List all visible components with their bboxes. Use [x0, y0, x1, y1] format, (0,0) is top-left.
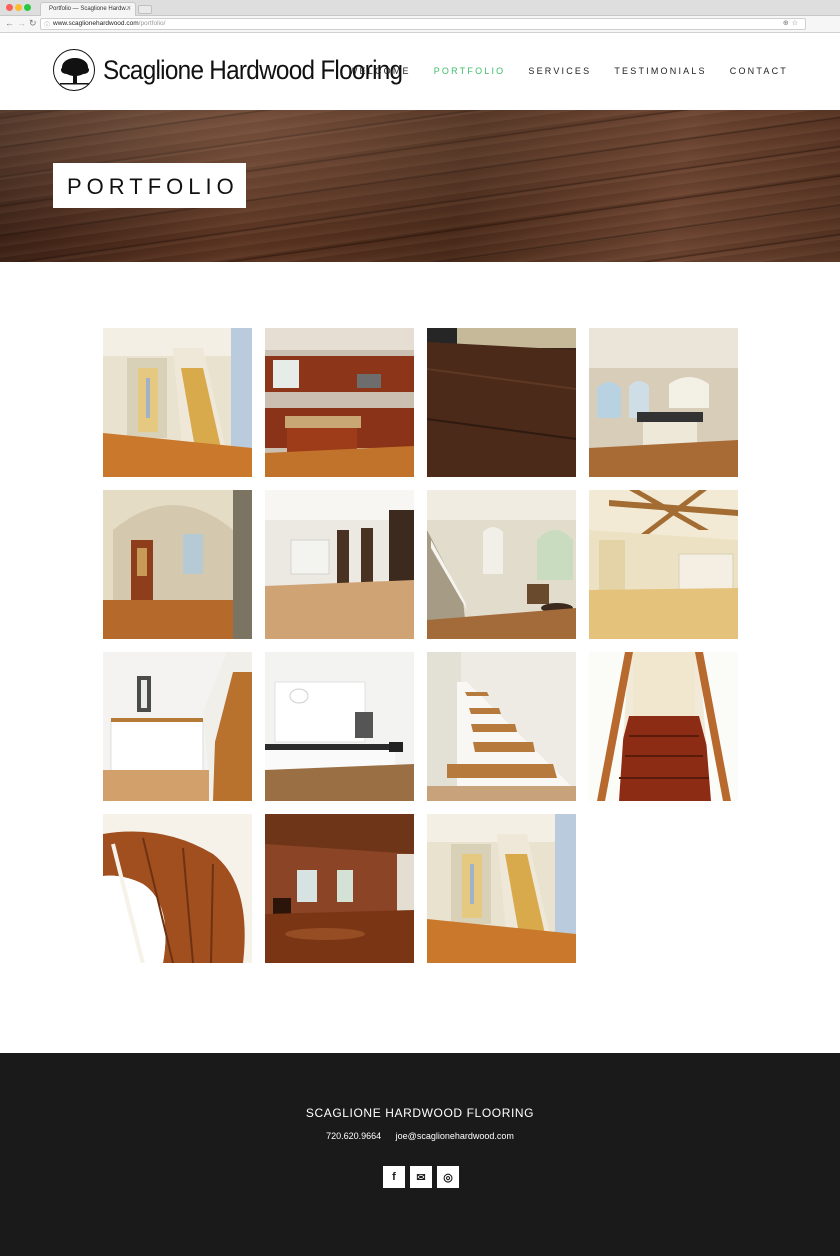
social-links: f ✉ ◎ — [383, 1166, 459, 1188]
gallery-photo[interactable] — [103, 652, 252, 801]
gallery-photo[interactable] — [427, 652, 576, 801]
site-footer: SCAGLIONE HARDWOOD FLOORING 720.620.9664… — [0, 1053, 840, 1256]
footer-email[interactable]: joe@scaglionehardwood.com — [396, 1131, 514, 1141]
gallery-photo[interactable] — [589, 328, 738, 477]
gallery-photo[interactable] — [427, 814, 576, 963]
gallery-photo[interactable] — [103, 328, 252, 477]
footer-phone[interactable]: 720.620.9664 — [326, 1131, 381, 1141]
forward-arrow-icon[interactable]: → — [17, 18, 26, 28]
browser-toolbar: ← → ↻ ⓘ www.scaglionehardwood.com/portfo… — [0, 16, 840, 33]
facebook-icon[interactable]: f — [383, 1166, 405, 1188]
nav-contact[interactable]: CONTACT — [730, 66, 788, 76]
gallery-photo[interactable] — [265, 814, 414, 963]
footer-contact: 720.620.9664 joe@scaglionehardwood.com — [0, 1131, 840, 1141]
nav-testimonials[interactable]: TESTIMONIALS — [614, 66, 706, 76]
minimize-window-button[interactable] — [15, 4, 22, 11]
gallery-photo[interactable] — [589, 652, 738, 801]
gallery-photo[interactable] — [103, 490, 252, 639]
browser-tab-title: Portfolio — Scaglione Hardw... — [49, 6, 131, 12]
info-icon[interactable]: ⓘ — [44, 20, 50, 29]
footer-title: SCAGLIONE HARDWOOD FLOORING — [305, 1106, 535, 1120]
gallery-photo[interactable] — [265, 328, 414, 477]
browser-tab-bar: Portfolio — Scaglione Hardw... × — [0, 0, 840, 16]
page-title: PORTFOLIO — [53, 163, 246, 208]
page-banner: PORTFOLIO — [0, 110, 840, 262]
nav-welcome[interactable]: WELCOME — [349, 66, 411, 76]
nav-services[interactable]: SERVICES — [528, 66, 591, 76]
zoom-star-icons[interactable]: ⊕☆ — [783, 19, 801, 27]
url-host: www.scaglionehardwood.com — [53, 20, 139, 27]
portfolio-gallery — [103, 328, 739, 963]
gallery-photo[interactable] — [103, 814, 252, 963]
reload-icon[interactable]: ↻ — [29, 18, 37, 29]
site-header: Scaglione Hardwood Flooring WELCOME PORT… — [0, 33, 840, 110]
main-nav: WELCOME PORTFOLIO SERVICES TESTIMONIALS … — [349, 66, 788, 76]
email-icon[interactable]: ✉ — [410, 1166, 432, 1188]
gallery-photo[interactable] — [265, 652, 414, 801]
back-arrow-icon[interactable]: ← — [5, 18, 14, 28]
gallery-photo[interactable] — [589, 490, 738, 639]
browser-tab[interactable]: Portfolio — Scaglione Hardw... × — [40, 2, 136, 16]
close-window-button[interactable] — [6, 4, 13, 11]
tab-close-icon[interactable]: × — [127, 5, 131, 12]
maximize-window-button[interactable] — [24, 4, 31, 11]
url-path: /portfolio/ — [138, 20, 166, 27]
address-bar[interactable]: ⓘ www.scaglionehardwood.com/portfolio/ ⊕… — [40, 18, 806, 30]
nav-portfolio[interactable]: PORTFOLIO — [434, 66, 506, 76]
gallery-photo[interactable] — [265, 490, 414, 639]
gallery-photo[interactable] — [427, 328, 576, 477]
gallery-photo[interactable] — [427, 490, 576, 639]
tree-logo-icon — [53, 49, 95, 91]
instagram-icon[interactable]: ◎ — [437, 1166, 459, 1188]
new-tab-button[interactable] — [138, 5, 152, 14]
